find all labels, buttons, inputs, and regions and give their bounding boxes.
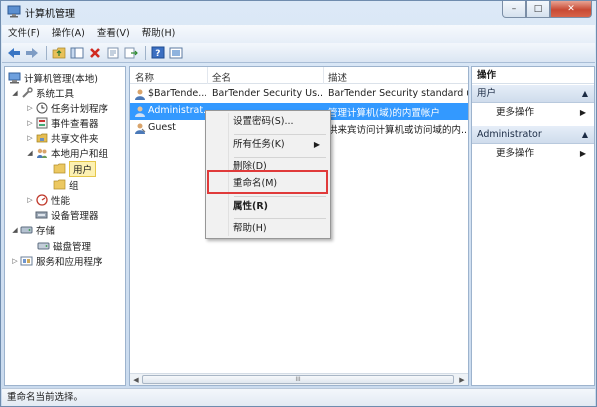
tree-node-device-manager[interactable]: 设备管理器 xyxy=(35,207,99,222)
tree-node-shared-folders[interactable]: ▷ 共享文件夹 xyxy=(25,130,99,145)
tree-node-root[interactable]: 计算机管理(本地) xyxy=(8,70,98,85)
collapse-up-icon[interactable]: ▲ xyxy=(582,126,588,144)
event-log-icon xyxy=(35,117,48,129)
status-bar: 重命名当前选择。 xyxy=(2,388,595,406)
collapse-triangle-icon[interactable]: ◢ xyxy=(25,149,35,157)
expand-triangle-icon[interactable]: ▷ xyxy=(10,257,20,265)
users-group-icon xyxy=(35,147,48,159)
submenu-arrow-icon: ▶ xyxy=(313,140,320,149)
user-icon xyxy=(134,122,146,134)
window-controls: – □ ✕ xyxy=(502,1,592,19)
up-folder-icon[interactable] xyxy=(51,45,67,61)
navigation-tree: 计算机管理(本地) ◢ 系统工具 ▷ 任务计划程序 ▷ 事件查看器 ▷ 共享文件… xyxy=(4,66,126,386)
folder-icon xyxy=(53,163,66,175)
list-header: 名称 全名 描述 xyxy=(130,67,468,84)
rename-highlight-box xyxy=(207,170,328,194)
svg-text:?: ? xyxy=(155,49,160,59)
cell-name: $BarTende... xyxy=(148,88,206,99)
horizontal-scrollbar[interactable]: ◀ III ▶ xyxy=(130,373,468,385)
menu-item-help[interactable]: 帮助(H) xyxy=(208,219,328,239)
export-icon[interactable] xyxy=(123,45,139,61)
tree-node-performance[interactable]: ▷ 性能 xyxy=(25,192,70,207)
folder-icon xyxy=(53,179,66,191)
cell-name: Guest xyxy=(148,122,176,133)
tree-node-groups[interactable]: 组 xyxy=(53,177,79,192)
tools-icon xyxy=(20,86,33,99)
delete-icon[interactable] xyxy=(87,45,103,61)
more-actions-users[interactable]: 更多操作 ▶ xyxy=(472,105,594,121)
tree-node-local-users-groups[interactable]: ◢ 本地用户和组 xyxy=(25,145,108,160)
column-header-name[interactable]: 名称 xyxy=(135,70,154,84)
actions-header: 操作 xyxy=(472,67,594,84)
clock-icon xyxy=(35,102,48,114)
actions-section-administrator[interactable]: Administrator ▲ xyxy=(472,126,594,144)
maximize-button[interactable]: □ xyxy=(526,1,550,18)
menu-item-properties[interactable]: 属性(R) xyxy=(208,197,328,217)
scrollbar-thumb[interactable]: III xyxy=(142,375,454,384)
tree-node-disk-management[interactable]: 磁盘管理 xyxy=(37,238,91,253)
cell-description: BarTender Security standard u... xyxy=(328,88,468,99)
close-button[interactable]: ✕ xyxy=(550,1,592,18)
title-bar[interactable]: 计算机管理 – □ ✕ xyxy=(1,1,596,23)
shared-folder-icon xyxy=(35,132,48,144)
cell-full-name: BarTender Security Us... xyxy=(212,88,322,99)
cell-description: 管理计算机(域)的内置帐户 xyxy=(328,108,440,119)
menu-item-set-password[interactable]: 设置密码(S)... xyxy=(208,112,328,132)
expand-triangle-icon[interactable]: ▷ xyxy=(25,119,35,127)
actions-pane: 操作 用户 ▲ 更多操作 ▶ Administrator ▲ 更多操作 ▶ xyxy=(471,66,595,386)
properties-icon[interactable] xyxy=(105,45,121,61)
menu-view[interactable]: 查看(V) xyxy=(91,25,136,43)
actions-section-users[interactable]: 用户 ▲ xyxy=(472,85,594,103)
performance-icon xyxy=(35,193,48,206)
minimize-button[interactable]: – xyxy=(502,1,526,18)
column-header-full-name[interactable]: 全名 xyxy=(212,70,231,84)
storage-icon xyxy=(20,224,33,236)
collapse-triangle-icon[interactable]: ◢ xyxy=(10,226,20,234)
back-arrow-icon[interactable] xyxy=(6,45,22,61)
column-header-description[interactable]: 描述 xyxy=(328,70,347,84)
cell-description: 供来宾访问计算机或访问域的内... xyxy=(328,125,468,136)
tree-node-storage[interactable]: ◢ 存储 xyxy=(10,222,55,237)
menu-help[interactable]: 帮助(H) xyxy=(136,25,182,43)
user-icon xyxy=(134,105,146,117)
more-actions-administrator[interactable]: 更多操作 ▶ xyxy=(472,146,594,162)
show-hide-tree-icon[interactable] xyxy=(69,45,85,61)
tree-node-task-scheduler[interactable]: ▷ 任务计划程序 xyxy=(25,100,108,115)
toolbar-separator xyxy=(46,45,47,60)
expand-triangle-icon[interactable]: ▷ xyxy=(25,104,35,112)
tree-node-services-apps[interactable]: ▷ 服务和应用程序 xyxy=(10,253,103,268)
menu-item-all-tasks[interactable]: 所有任务(K) ▶ xyxy=(208,135,328,155)
menu-action[interactable]: 操作(A) xyxy=(46,25,91,43)
services-icon xyxy=(20,255,33,267)
tree-node-system-tools[interactable]: ◢ 系统工具 xyxy=(10,85,74,100)
collapse-triangle-icon[interactable]: ◢ xyxy=(10,89,20,97)
table-row[interactable]: $BarTende... BarTender Security Us... Ba… xyxy=(130,86,468,103)
cell-name: Administrat... xyxy=(148,105,206,116)
help-icon[interactable]: ? xyxy=(150,45,166,61)
forward-arrow-icon[interactable] xyxy=(24,45,40,61)
scroll-right-arrow-icon[interactable]: ▶ xyxy=(457,375,467,385)
submenu-arrow-icon: ▶ xyxy=(579,108,586,117)
expand-triangle-icon[interactable]: ▷ xyxy=(25,134,35,142)
console-icon[interactable] xyxy=(168,45,184,61)
scroll-left-arrow-icon[interactable]: ◀ xyxy=(131,375,141,385)
toolbar: ? xyxy=(2,43,595,63)
toolbar-separator xyxy=(145,45,146,60)
computer-icon xyxy=(8,72,21,84)
tree-node-users[interactable]: 用户 xyxy=(53,160,97,177)
tree-node-event-viewer[interactable]: ▷ 事件查看器 xyxy=(25,115,99,130)
expand-triangle-icon[interactable]: ▷ xyxy=(25,196,35,204)
user-icon xyxy=(134,88,146,100)
collapse-up-icon[interactable]: ▲ xyxy=(582,85,588,103)
computer-management-icon xyxy=(7,5,21,18)
window-title: 计算机管理 xyxy=(25,9,75,20)
menu-bar: 文件(F) 操作(A) 查看(V) 帮助(H) xyxy=(2,25,595,43)
submenu-arrow-icon: ▶ xyxy=(579,149,586,158)
device-manager-icon xyxy=(35,209,48,221)
computer-management-window: 计算机管理 – □ ✕ 文件(F) 操作(A) 查看(V) 帮助(H) ? 计算… xyxy=(0,0,597,407)
column-divider[interactable] xyxy=(207,67,208,84)
menu-file[interactable]: 文件(F) xyxy=(2,25,46,43)
disk-icon xyxy=(37,240,50,252)
column-divider[interactable] xyxy=(323,67,324,84)
